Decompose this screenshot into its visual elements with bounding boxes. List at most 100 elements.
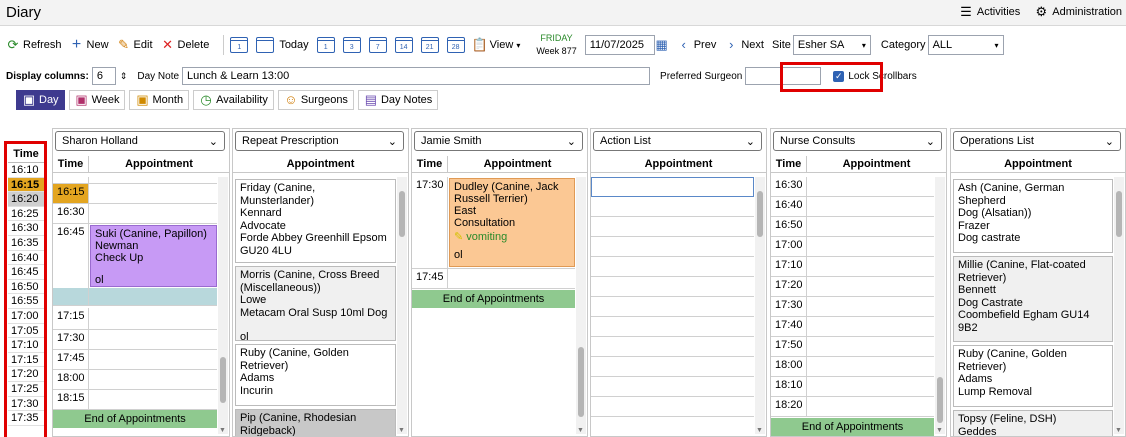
table-row[interactable]: 16:50 bbox=[771, 217, 934, 237]
table-row[interactable]: 16:30 bbox=[53, 204, 217, 224]
column-select[interactable]: Operations List ⌄ bbox=[953, 131, 1121, 151]
tab-day[interactable]: ▣ Day bbox=[16, 90, 65, 110]
list-item[interactable]: Pip (Canine, Rhodesian Ridgeback) bbox=[235, 409, 396, 436]
calendar-28-day-icon[interactable]: 28 bbox=[446, 37, 465, 53]
list-item[interactable]: Ash (Canine, German Shepherd Dog (Alsatia… bbox=[953, 179, 1113, 253]
scroll-down-icon[interactable]: ▼ bbox=[936, 427, 943, 434]
clipboard-icon: 📋 bbox=[471, 37, 488, 52]
table-row[interactable]: 16:30 bbox=[771, 177, 934, 197]
table-row[interactable]: 17:00 bbox=[771, 237, 934, 257]
table-row[interactable]: 18:15 bbox=[53, 390, 217, 410]
scrollbar-thumb[interactable] bbox=[578, 347, 584, 417]
activities-link[interactable]: ☰ Activities bbox=[959, 5, 1020, 19]
table-row[interactable]: 17:40 bbox=[771, 317, 934, 337]
calendar-1-day-view-icon[interactable]: 1 bbox=[316, 37, 335, 53]
date-picker[interactable]: 11/07/2025 bbox=[584, 35, 655, 55]
scrollbar-thumb[interactable] bbox=[937, 377, 943, 423]
tab-availability[interactable]: ◷ Availability bbox=[193, 90, 274, 110]
table-row[interactable] bbox=[591, 197, 754, 217]
stepper-icon[interactable]: ⇕ bbox=[120, 71, 128, 82]
table-row[interactable] bbox=[53, 177, 217, 184]
column-scrollbar[interactable]: ▼ bbox=[935, 177, 945, 434]
administration-link[interactable]: ⚙ Administration bbox=[1034, 5, 1122, 19]
list-item[interactable]: Friday (Canine, Munsterlander) Kennard Adv… bbox=[235, 179, 396, 263]
calendar-14-day-icon[interactable]: 14 bbox=[394, 37, 413, 53]
calendar-picker-icon[interactable]: ▦ bbox=[655, 38, 669, 52]
table-row[interactable] bbox=[591, 397, 754, 417]
table-row[interactable]: 18:00 bbox=[771, 357, 934, 377]
column-scrollbar[interactable]: ▼ bbox=[755, 177, 765, 434]
table-row[interactable] bbox=[591, 377, 754, 397]
list-item[interactable]: Morris (Canine, Cross Breed (Miscellaneou… bbox=[235, 266, 396, 341]
table-row[interactable]: 17:10 bbox=[771, 257, 934, 277]
table-row[interactable]: 17:20 bbox=[771, 277, 934, 297]
table-row[interactable]: 18:20 bbox=[771, 397, 934, 417]
day-note-input[interactable]: Lunch & Learn 13:00 bbox=[182, 67, 651, 85]
scroll-down-icon[interactable]: ▼ bbox=[1115, 427, 1122, 434]
table-row-selected[interactable] bbox=[591, 177, 754, 197]
calendar-7-day-icon[interactable]: 7 bbox=[368, 37, 387, 53]
table-row[interactable] bbox=[591, 317, 754, 337]
list-item[interactable]: Ruby (Canine, Golden Retriever) Adams Lump… bbox=[953, 345, 1113, 407]
table-row[interactable]: 18:00 bbox=[53, 370, 217, 390]
scroll-down-icon[interactable]: ▼ bbox=[219, 427, 226, 434]
scrollbar-thumb[interactable] bbox=[757, 191, 763, 237]
prev-button[interactable]: ‹ Prev bbox=[677, 38, 717, 52]
column-select[interactable]: Action List ⌄ bbox=[593, 131, 762, 151]
tab-month[interactable]: ▣ Month bbox=[129, 90, 190, 110]
tab-day-notes[interactable]: ▤ Day Notes bbox=[357, 90, 439, 110]
table-row[interactable]: 16:40 bbox=[771, 197, 934, 217]
list-item[interactable]: Topsy (Feline, DSH) Geddes bbox=[953, 410, 1113, 436]
column-select[interactable]: Sharon Holland ⌄ bbox=[55, 131, 225, 151]
column-scrollbar[interactable]: ▼ bbox=[218, 177, 228, 434]
today-button[interactable]: Today bbox=[256, 37, 309, 53]
display-columns-input[interactable]: 6 bbox=[91, 67, 116, 85]
table-row[interactable] bbox=[591, 277, 754, 297]
column-scrollbar[interactable]: ▼ bbox=[576, 177, 586, 434]
site-select[interactable]: Esher SA ▾ bbox=[792, 35, 871, 55]
list-item[interactable]: Ruby (Canine, Golden Retriever) Adams Incu… bbox=[235, 344, 396, 406]
table-row[interactable]: 17:45 bbox=[412, 269, 575, 289]
table-row[interactable]: 17:15 bbox=[53, 308, 217, 330]
calendar-1-day-icon[interactable]: 1 bbox=[230, 37, 249, 53]
scrollbar-thumb[interactable] bbox=[220, 357, 226, 403]
column-scrollbar[interactable]: ▼ bbox=[397, 177, 407, 434]
column-select[interactable]: Nurse Consults ⌄ bbox=[773, 131, 942, 151]
column-select[interactable]: Repeat Prescription ⌄ bbox=[235, 131, 404, 151]
scrollbar-thumb[interactable] bbox=[399, 191, 405, 237]
new-button[interactable]: + New bbox=[70, 37, 109, 53]
table-row[interactable]: 18:10 bbox=[771, 377, 934, 397]
scroll-down-icon[interactable]: ▼ bbox=[577, 427, 584, 434]
table-row[interactable] bbox=[591, 257, 754, 277]
tab-week[interactable]: ▣ Week bbox=[68, 90, 126, 110]
table-row[interactable]: 17:45 bbox=[53, 350, 217, 370]
next-button[interactable]: › Next bbox=[724, 38, 764, 52]
column-scrollbar[interactable]: ▼ bbox=[1114, 177, 1124, 434]
appointment-card[interactable]: Dudley (Canine, Jack Russell Terrier) Ea… bbox=[449, 178, 575, 267]
list-item[interactable]: Millie (Canine, Flat-coated Retriever) Ben… bbox=[953, 256, 1113, 342]
column-select[interactable]: Jamie Smith ⌄ bbox=[414, 131, 583, 151]
calendar-21-day-icon[interactable]: 21 bbox=[420, 37, 439, 53]
calendar-3-day-icon[interactable]: 3 bbox=[342, 37, 361, 53]
scrollbar-thumb[interactable] bbox=[1116, 191, 1122, 237]
table-row[interactable]: 17:50 bbox=[771, 337, 934, 357]
table-row[interactable] bbox=[591, 357, 754, 377]
table-row[interactable]: 16:15 bbox=[53, 184, 217, 204]
view-button[interactable]: 📋 View ▾ bbox=[471, 37, 521, 52]
table-row[interactable] bbox=[591, 297, 754, 317]
scroll-down-icon[interactable]: ▼ bbox=[398, 427, 405, 434]
edit-button[interactable]: ✎ Edit bbox=[117, 38, 152, 52]
table-row[interactable] bbox=[591, 417, 754, 436]
refresh-button[interactable]: ⟳ Refresh bbox=[6, 38, 62, 52]
category-select[interactable]: ALL ▾ bbox=[927, 35, 1004, 55]
appointment-card[interactable]: Suki (Canine, Papillon) Newman Check Up … bbox=[90, 225, 217, 287]
table-row[interactable] bbox=[591, 337, 754, 357]
tab-surgeons[interactable]: ☺ Surgeons bbox=[277, 90, 354, 110]
table-row[interactable]: 17:30 bbox=[771, 297, 934, 317]
scroll-down-icon[interactable]: ▼ bbox=[756, 427, 763, 434]
table-row[interactable] bbox=[591, 217, 754, 237]
table-row[interactable] bbox=[591, 237, 754, 257]
table-row[interactable] bbox=[53, 288, 217, 306]
table-row[interactable]: 17:30 bbox=[53, 330, 217, 350]
delete-button[interactable]: ✕ Delete bbox=[161, 38, 209, 52]
